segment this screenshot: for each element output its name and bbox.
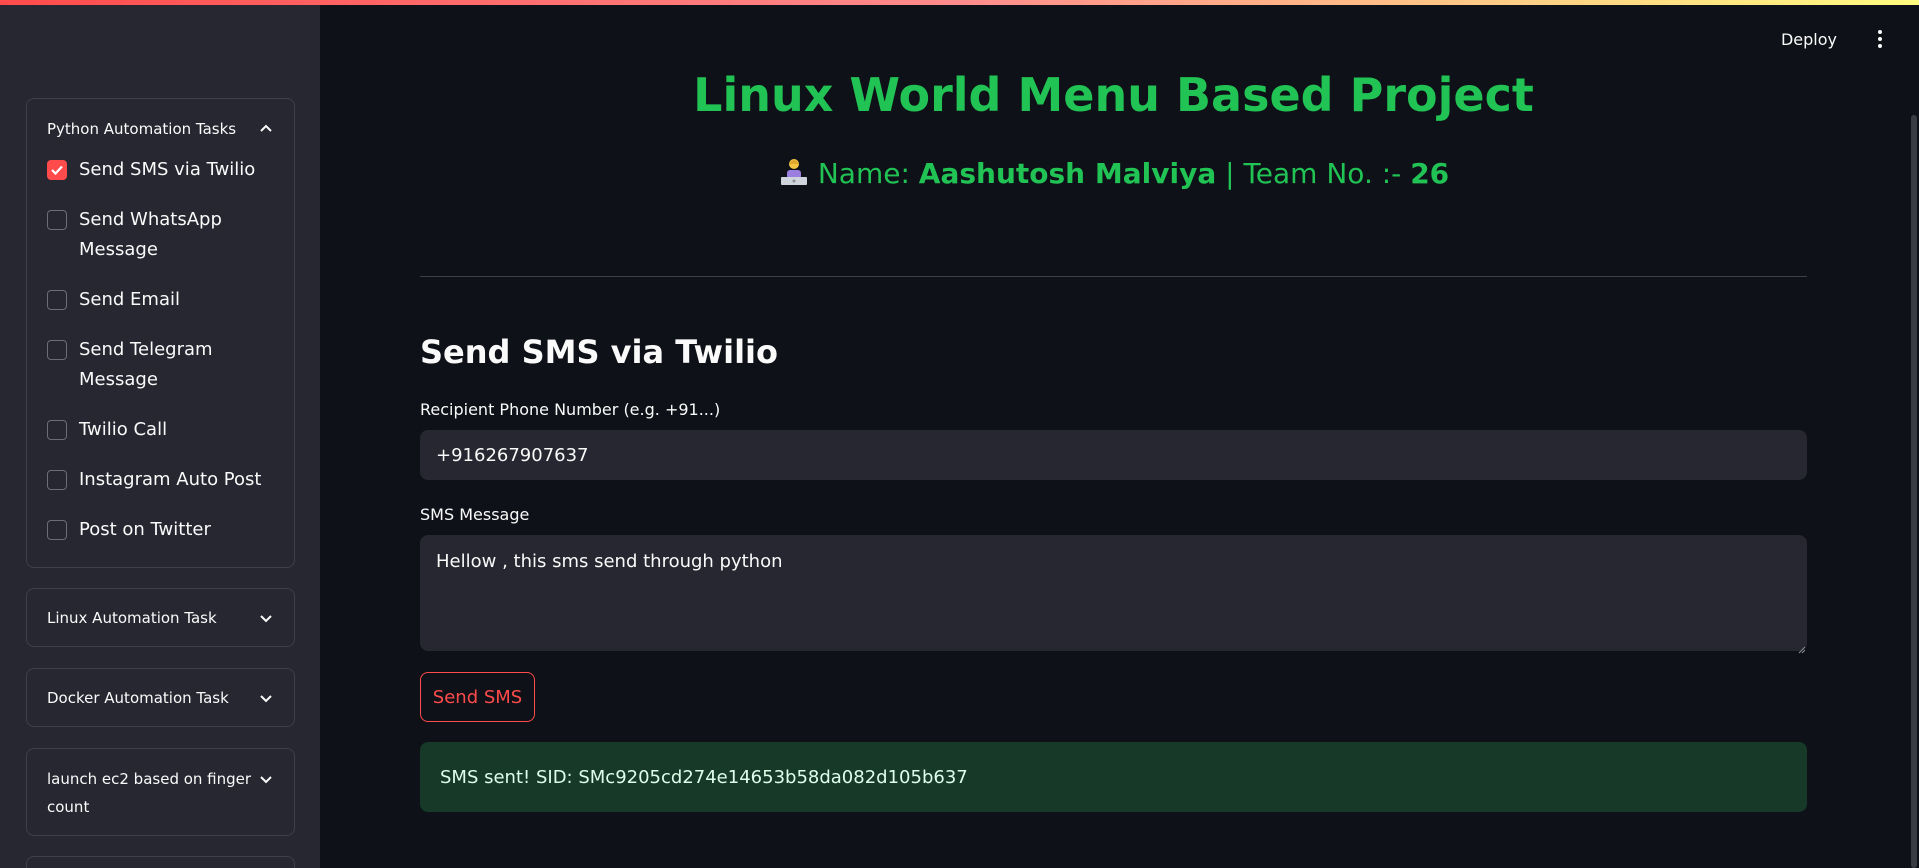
phone-input[interactable] xyxy=(420,430,1807,480)
deploy-button[interactable]: Deploy xyxy=(1781,30,1837,49)
chevron-down-icon xyxy=(258,610,274,626)
section-title: Send SMS via Twilio xyxy=(420,333,778,371)
chevron-up-icon xyxy=(258,121,274,137)
expander-label: Python Automation Tasks xyxy=(47,120,237,138)
divider xyxy=(420,276,1807,277)
name-prefix: Name: xyxy=(817,157,919,190)
checkbox-instagram-post[interactable]: Instagram Auto Post xyxy=(47,465,284,495)
expander-header-linux[interactable]: Linux Automation Task xyxy=(47,608,274,628)
expander-linux-automation: Linux Automation Task xyxy=(26,588,295,647)
checkbox-checked-icon[interactable] xyxy=(47,160,67,180)
checkbox-send-sms[interactable]: Send SMS via Twilio xyxy=(47,155,284,185)
checkbox-label: Post on Twitter xyxy=(79,519,211,540)
expander-header-docker[interactable]: Docker Automation Task xyxy=(47,688,274,708)
chevron-down-icon xyxy=(258,771,274,787)
sidebar: Python Automation Tasks Send SMS via Twi… xyxy=(0,0,320,868)
expander-docker-automation: Docker Automation Task xyxy=(26,668,295,727)
author-name: Aashutosh Malviya xyxy=(918,157,1217,190)
checkbox-send-email[interactable]: Send Email xyxy=(47,285,284,315)
top-decoration-stripe xyxy=(0,0,1919,5)
checkbox-label: Twilio Call xyxy=(79,419,168,440)
checkbox-send-telegram[interactable]: Send Telegram Message xyxy=(47,335,247,395)
expander-python-automation: Python Automation Tasks Send SMS via Twi… xyxy=(26,98,295,568)
technologist-icon xyxy=(778,157,810,187)
checkbox-icon[interactable] xyxy=(47,340,67,360)
checkbox-icon[interactable] xyxy=(47,290,67,310)
checkbox-label: Instagram Auto Post xyxy=(79,469,262,490)
checkbox-post-twitter[interactable]: Post on Twitter xyxy=(47,515,284,545)
expander-partial xyxy=(26,856,295,868)
expander-label: launch ec2 based on finger count xyxy=(47,770,252,816)
expander-header-ec2[interactable]: launch ec2 based on finger count xyxy=(47,765,274,817)
send-sms-button[interactable]: Send SMS xyxy=(420,672,535,722)
expander-header-python[interactable]: Python Automation Tasks xyxy=(47,119,274,139)
page-subtitle: Name: Aashutosh Malviya | Team No. :- 26 xyxy=(420,157,1807,190)
expander-label: Docker Automation Task xyxy=(47,689,229,707)
phone-field-label: Recipient Phone Number (e.g. +91...) xyxy=(420,400,721,419)
checkbox-label: Send WhatsApp Message xyxy=(79,209,222,260)
checkbox-twilio-call[interactable]: Twilio Call xyxy=(47,415,284,445)
checkbox-icon[interactable] xyxy=(47,420,67,440)
page-title: Linux World Menu Based Project xyxy=(693,68,1534,122)
checkbox-label: Send Email xyxy=(79,289,180,310)
scrollbar[interactable] xyxy=(1911,115,1917,868)
checkbox-label: Send Telegram Message xyxy=(79,339,213,390)
checkbox-icon[interactable] xyxy=(47,210,67,230)
message-field-label: SMS Message xyxy=(420,505,530,524)
checkbox-icon[interactable] xyxy=(47,520,67,540)
kebab-menu-icon[interactable] xyxy=(1877,30,1883,50)
success-message: SMS sent! SID: SMc9205cd274e14653b58da08… xyxy=(440,766,968,788)
checkbox-label: Send SMS via Twilio xyxy=(79,159,256,180)
expander-ec2-finger-count: launch ec2 based on finger count xyxy=(26,748,295,836)
team-label: | Team No. :- xyxy=(1216,157,1411,190)
success-alert: SMS sent! SID: SMc9205cd274e14653b58da08… xyxy=(420,742,1807,812)
chevron-down-icon xyxy=(258,690,274,706)
message-textarea[interactable]: Hellow , this sms send through python xyxy=(420,535,1807,651)
main-content: Deploy Linux World Menu Based Project Na… xyxy=(320,0,1919,868)
checkbox-icon[interactable] xyxy=(47,470,67,490)
expander-label: Linux Automation Task xyxy=(47,609,217,627)
resize-grip-icon[interactable] xyxy=(1798,639,1806,654)
checkbox-send-whatsapp[interactable]: Send WhatsApp Message xyxy=(47,205,247,265)
team-number: 26 xyxy=(1410,157,1450,190)
